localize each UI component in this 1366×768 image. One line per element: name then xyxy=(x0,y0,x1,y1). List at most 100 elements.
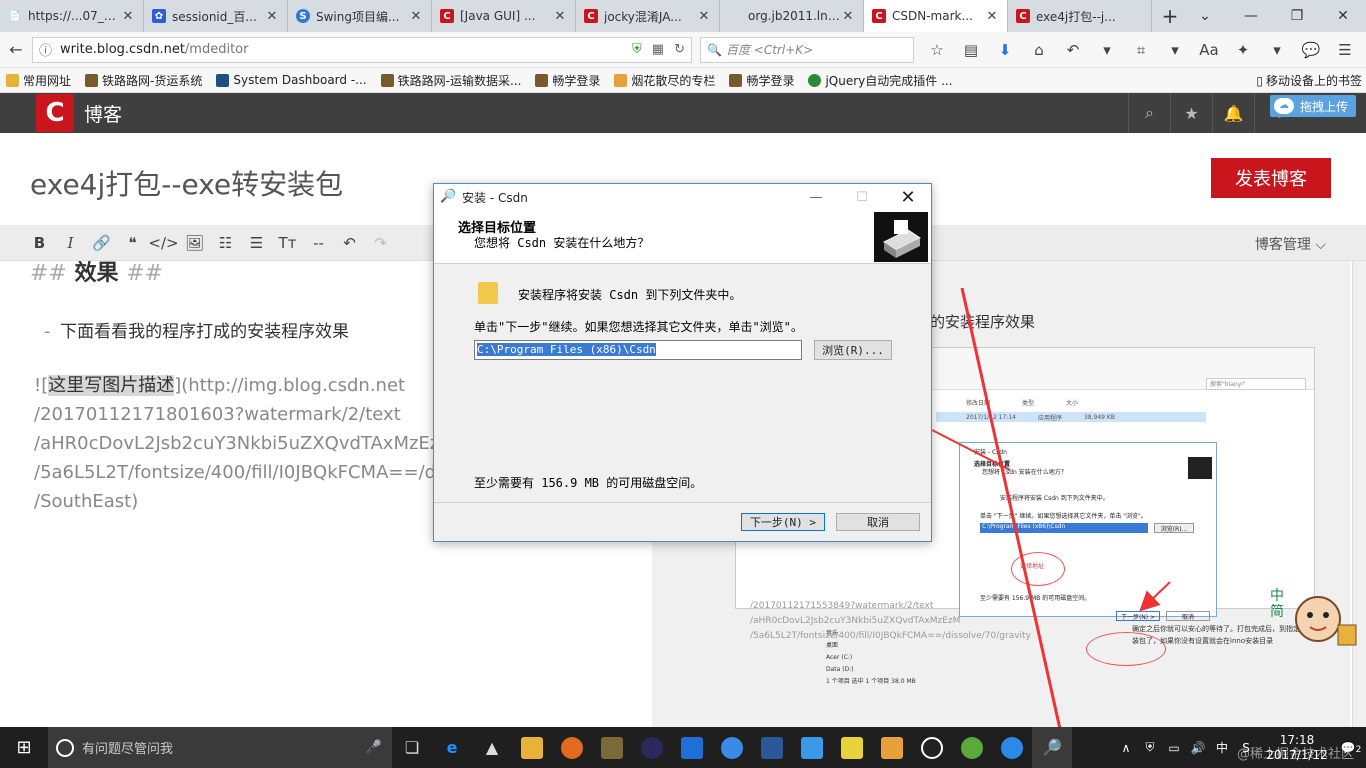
preview-scrollbar[interactable] xyxy=(1352,261,1366,727)
bell-icon[interactable]: 🔔 xyxy=(1212,93,1254,133)
reader-icon[interactable]: ▤ xyxy=(954,34,988,66)
chat-icon[interactable]: 💬 xyxy=(1294,34,1328,66)
dropdown-icon[interactable]: ▾ xyxy=(1260,34,1294,66)
link-icon[interactable]: 🔗 xyxy=(86,228,117,258)
browser-tab[interactable]: C jocky混淆JA... ✕ xyxy=(576,0,720,32)
star-icon[interactable]: ★ xyxy=(1170,93,1212,133)
unordered-list-icon[interactable]: ☰ xyxy=(241,228,272,258)
dropdown-icon[interactable]: ⌄ xyxy=(1182,0,1228,32)
browser-tab[interactable]: C exe4j打包--j... xyxy=(1008,0,1152,32)
firefox-icon[interactable] xyxy=(552,727,592,768)
browser-tab[interactable]: S Swing项目编... ✕ xyxy=(288,0,432,32)
microphone-icon[interactable]: 🎤 xyxy=(366,740,382,755)
bookmark-item[interactable]: 畅学登录 xyxy=(729,72,794,89)
browser-tab-active[interactable]: C CSDN-mark... ✕ xyxy=(864,0,1008,32)
dropdown-icon[interactable]: ▾ xyxy=(1090,34,1124,66)
hr-icon[interactable]: -- xyxy=(303,228,334,258)
dropdown-icon[interactable]: ▾ xyxy=(1158,34,1192,66)
word-icon[interactable] xyxy=(752,727,792,768)
file-explorer-icon[interactable] xyxy=(512,727,552,768)
installer-task-icon[interactable]: 🔎 xyxy=(1032,727,1072,768)
address-bar[interactable]: ⓘ write.blog.csdn.net /mdeditor ⛨ ▦ ↻ xyxy=(32,36,692,63)
blog-manage-menu[interactable]: 博客管理 ⌵ xyxy=(1255,234,1326,254)
bold-icon[interactable]: B xyxy=(24,228,55,258)
back-arrow-icon[interactable]: ← xyxy=(0,34,32,66)
qq-icon[interactable] xyxy=(912,727,952,768)
article-title-input[interactable]: exe4j打包--exe转安装包 xyxy=(30,163,343,203)
close-button[interactable]: ✕ xyxy=(885,184,931,210)
network-icon[interactable]: ▭ xyxy=(1162,741,1186,755)
app-icon[interactable] xyxy=(952,727,992,768)
bookmark-item[interactable]: 烟花散尽的专栏 xyxy=(614,72,715,89)
mobile-bookmarks[interactable]: ▯ 移动设备上的书签 xyxy=(1256,72,1362,89)
next-button[interactable]: 下一步(N) > xyxy=(741,513,825,531)
heading-icon[interactable]: Tт xyxy=(272,228,303,258)
bookmark-item[interactable]: 常用网址 xyxy=(6,72,71,89)
blog-brand[interactable]: 博客 xyxy=(84,100,122,127)
shield-app-icon[interactable] xyxy=(672,727,712,768)
photo-app-icon[interactable] xyxy=(592,727,632,768)
shield-icon[interactable]: ⛨ xyxy=(1138,740,1162,755)
drag-upload-button[interactable]: ☁ 拖拽上传 xyxy=(1269,95,1356,117)
undo-icon[interactable]: ↶ xyxy=(1056,34,1090,66)
bookmark-item[interactable]: 畅学登录 xyxy=(535,72,600,89)
bookmark-item[interactable]: jQuery自动完成插件 ... xyxy=(808,72,953,89)
volume-icon[interactable]: 🔊 xyxy=(1186,741,1210,755)
close-icon[interactable]: ✕ xyxy=(985,9,999,24)
italic-icon[interactable]: I xyxy=(55,228,86,258)
csdn-logo[interactable]: C xyxy=(36,94,74,132)
extension-icon[interactable]: ✦ xyxy=(1226,34,1260,66)
reload-icon[interactable]: ↻ xyxy=(674,42,685,57)
crop-icon[interactable]: ⌗ xyxy=(1124,34,1158,66)
close-icon[interactable]: ✕ xyxy=(553,9,567,24)
search-icon[interactable]: ⌕ xyxy=(1128,93,1170,133)
close-icon[interactable]: ✕ xyxy=(265,9,279,24)
menu-icon[interactable]: ☰ xyxy=(1328,34,1362,66)
bookmark-item[interactable]: 铁路路网-货运系统 xyxy=(85,72,202,89)
browser-tab[interactable]: org.jb2011.lnf.b... ✕ xyxy=(720,0,864,32)
app-icon[interactable] xyxy=(992,727,1032,768)
cancel-button[interactable]: 取消 xyxy=(836,513,920,531)
publish-button[interactable]: 发表博客 xyxy=(1211,158,1331,198)
bookmark-item[interactable]: System Dashboard -... xyxy=(216,73,367,87)
code-icon[interactable]: </> xyxy=(148,228,179,258)
task-view-icon[interactable]: ❏ xyxy=(392,727,432,768)
feather-app-icon[interactable] xyxy=(712,727,752,768)
app-icon[interactable] xyxy=(832,727,872,768)
image-icon[interactable]: 🖼 xyxy=(179,228,210,258)
cloud-app-icon[interactable] xyxy=(792,727,832,768)
star-icon[interactable]: ☆ xyxy=(920,34,954,66)
browser-tab[interactable]: C [Java GUI] ... ✕ xyxy=(432,0,576,32)
cortana-search[interactable]: 有问题尽管问我 🎤 xyxy=(48,727,392,768)
translate-icon[interactable]: Aa xyxy=(1192,34,1226,66)
windows-start-icon[interactable]: ⊞ xyxy=(0,727,48,768)
ime-indicator[interactable]: 中 xyxy=(1210,739,1234,756)
browser-tab[interactable]: ✿ sessionid_百... ✕ xyxy=(144,0,288,32)
minimize-button[interactable]: — xyxy=(793,184,839,210)
browser-tab[interactable]: 📄 https://...07_yaff ✕ xyxy=(0,0,144,32)
close-icon[interactable]: ✕ xyxy=(409,9,423,24)
redo-icon[interactable]: ↷ xyxy=(365,228,396,258)
minimize-button[interactable]: — xyxy=(1228,0,1274,32)
undo-icon[interactable]: ↶ xyxy=(334,228,365,258)
shield-icon[interactable]: ⛨ xyxy=(632,42,642,57)
close-icon[interactable]: ✕ xyxy=(121,9,135,24)
download-icon[interactable]: ⬇ xyxy=(988,34,1022,66)
browse-button[interactable]: 浏览(R)... xyxy=(814,340,892,360)
close-window-button[interactable]: ✕ xyxy=(1320,0,1366,32)
app-icon[interactable]: ▲ xyxy=(472,727,512,768)
close-icon[interactable]: ✕ xyxy=(841,9,855,24)
edge-icon[interactable]: e xyxy=(432,727,472,768)
home-icon[interactable]: ⌂ xyxy=(1022,34,1056,66)
ordered-list-icon[interactable]: ☷ xyxy=(210,228,241,258)
quote-icon[interactable]: ❝ xyxy=(117,228,148,258)
qr-icon[interactable]: ▦ xyxy=(652,42,664,57)
java-icon[interactable] xyxy=(872,727,912,768)
search-input[interactable]: 🔍 百度 <Ctrl+K> xyxy=(700,36,914,63)
close-icon[interactable]: ✕ xyxy=(697,9,711,24)
chevron-up-icon[interactable]: ∧ xyxy=(1114,741,1138,755)
restore-button[interactable]: ❐ xyxy=(1274,0,1320,32)
maximize-button[interactable]: ☐ xyxy=(839,184,885,210)
eclipse-icon[interactable] xyxy=(632,727,672,768)
bookmark-item[interactable]: 铁路路网-运输数据采... xyxy=(380,72,521,89)
